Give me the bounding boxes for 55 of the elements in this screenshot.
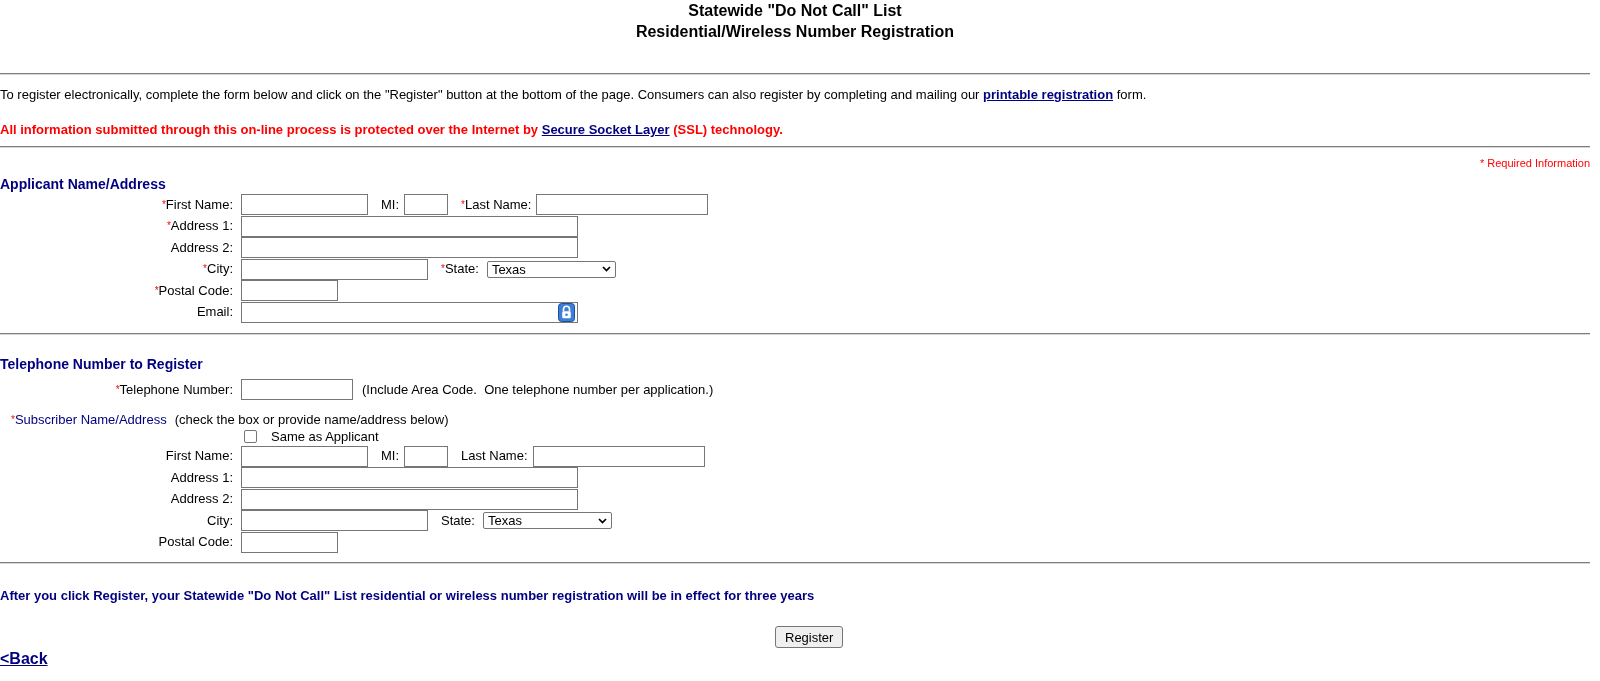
- field-label: City:: [207, 512, 233, 529]
- required-info-note: * Required Information: [1479, 156, 1590, 170]
- middle-initial-input[interactable]: [404, 445, 449, 467]
- field-label: Address 2:: [170, 491, 233, 508]
- postal-code-input[interactable]: [241, 531, 338, 553]
- intro-text: To register electronically, complete the form below and click on the "Register" button at the bottom of the page. Consumers can also register by completing and mailing our printable registration form.: [0, 87, 1148, 103]
- telephone-input[interactable]: [241, 379, 353, 401]
- address-input[interactable]: [241, 237, 578, 259]
- field-label: Last Name:: [461, 448, 528, 465]
- state-dropdown[interactable]: Texas: [482, 512, 612, 530]
- field-label: Address 2:: [170, 239, 233, 256]
- last-name-input[interactable]: [536, 194, 709, 216]
- field-label: *City:: [203, 261, 233, 278]
- same-as-applicant-checkbox[interactable]: [244, 430, 257, 443]
- back-link[interactable]: <Back: [0, 650, 48, 667]
- checkbox-label: Same as Applicant: [271, 428, 379, 445]
- field-label: *Last Name:: [461, 196, 532, 213]
- field-label: Email:: [196, 304, 233, 321]
- section-heading: Telephone Number to Register: [0, 356, 204, 373]
- city-input[interactable]: [241, 510, 428, 532]
- hint-text: (Include Area Code. One telephone number per application.): [362, 381, 714, 398]
- first-name-input[interactable]: [241, 445, 368, 467]
- postal-code-input[interactable]: [241, 280, 338, 302]
- field-label: MI:: [381, 448, 400, 465]
- address-input[interactable]: [241, 467, 578, 489]
- address-input[interactable]: [241, 215, 578, 237]
- subscriber-label: *Subscriber Name/Address: [11, 411, 167, 428]
- register-button[interactable]: Register: [775, 626, 844, 648]
- field-label: *Address 1:: [166, 218, 233, 235]
- email-input[interactable]: [241, 301, 578, 323]
- field-label: Address 1:: [170, 469, 233, 486]
- field-label: MI:: [381, 196, 400, 213]
- city-input[interactable]: [241, 258, 428, 280]
- hint-text: (check the box or provide name/address below): [174, 411, 449, 428]
- ssl-link[interactable]: Secure Socket Layer: [541, 122, 670, 137]
- field-label: *First Name:: [161, 196, 233, 213]
- last-name-input[interactable]: [532, 445, 705, 467]
- lock-icon[interactable]: [558, 302, 575, 322]
- field-label: *State:: [441, 261, 479, 278]
- section-heading: Applicant Name/Address: [0, 176, 167, 193]
- validity-notice: After you click Register, your Statewide "Do Not Call" List residential or wireless number registration will be in effect for three years: [0, 588, 816, 604]
- middle-initial-input[interactable]: [404, 194, 449, 216]
- chevron-down-icon: [601, 266, 611, 273]
- field-label: *Postal Code:: [154, 282, 233, 299]
- first-name-input[interactable]: [241, 194, 368, 216]
- page-title: Statewide "Do Not Call" List Residential/Wireless Number Registration: [634, 1, 956, 42]
- field-label: Postal Code:: [158, 534, 233, 551]
- field-label: First Name:: [165, 448, 233, 465]
- registration-form-link[interactable]: printable registration: [983, 87, 1114, 102]
- chevron-down-icon: [597, 517, 607, 524]
- address-input[interactable]: [241, 488, 578, 510]
- field-label: State:: [441, 512, 475, 529]
- field-label: *Telephone Number:: [115, 381, 233, 398]
- state-dropdown[interactable]: Texas: [486, 260, 616, 278]
- security-notice: All information submitted through this on-line process is protected over the Internet by Secure Socket Layer (SSL) technology.: [0, 122, 784, 138]
